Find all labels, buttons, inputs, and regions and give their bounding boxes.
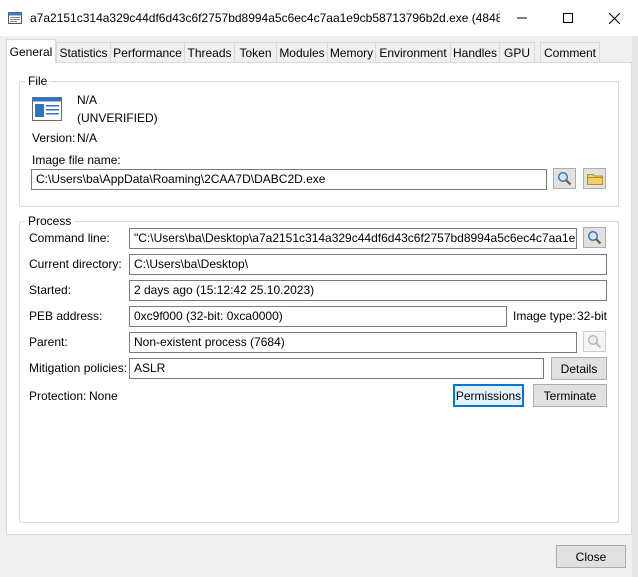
tab-gpu[interactable]: GPU: [499, 42, 535, 63]
parent-field[interactable]: Non-existent process (7684): [129, 332, 577, 353]
close-icon: [608, 12, 620, 24]
inspect-command-line-button[interactable]: [583, 227, 606, 248]
tab-label: Threads: [187, 46, 232, 60]
maximize-icon: [563, 13, 573, 23]
mitigation-policies-label: Mitigation policies:: [29, 361, 128, 375]
tab-label: Performance: [113, 46, 182, 60]
window-title: a7a2151c314a329c44df6d43c6f2757bd8994a5c…: [30, 11, 500, 25]
current-directory-label: Current directory:: [29, 257, 122, 271]
command-line-field[interactable]: "C:\Users\ba\Desktop\a7a2151c314a329c44d…: [129, 228, 577, 249]
window-edge: [632, 36, 638, 577]
close-button[interactable]: Close: [556, 545, 626, 568]
tab-label: Comment: [543, 46, 596, 60]
close-button-label: Close: [575, 549, 607, 564]
process-group-label: Process: [25, 214, 75, 228]
general-tab-panel: File N/A (UNVERIFIED) Version: N/A Image…: [6, 62, 632, 535]
protection-value: None: [89, 389, 118, 403]
minimize-icon: [517, 17, 527, 19]
tab-general[interactable]: General: [6, 39, 56, 63]
maximize-button[interactable]: [545, 0, 591, 36]
tab-label: Handles: [452, 46, 498, 60]
tab-label: Memory: [329, 46, 374, 60]
magnifier-icon: [557, 171, 572, 186]
started-label: Started:: [29, 283, 72, 297]
protection-label: Protection:: [29, 389, 87, 403]
command-line-label: Command line:: [29, 231, 110, 245]
tab-label: General: [9, 44, 53, 59]
current-directory-field[interactable]: C:\Users\ba\Desktop\: [129, 254, 607, 275]
permissions-button[interactable]: Permissions: [453, 384, 524, 407]
open-folder-button[interactable]: [583, 168, 606, 189]
inspect-parent-button[interactable]: [583, 331, 606, 352]
permissions-button-label: Permissions: [455, 388, 522, 403]
image-file-name-label: Image file name:: [32, 153, 121, 167]
terminate-button[interactable]: Terminate: [533, 384, 607, 407]
image-file-name-field[interactable]: C:\Users\ba\AppData\Roaming\2CAA7D\DABC2…: [31, 169, 547, 190]
tab-label: Statistics: [59, 46, 108, 60]
magnifier-icon: [587, 230, 602, 245]
file-group-label: File: [25, 74, 51, 88]
version-value: N/A: [77, 131, 98, 145]
tab-memory[interactable]: Memory: [327, 42, 376, 63]
tab-label: Environment: [379, 46, 447, 60]
tab-environment[interactable]: Environment: [375, 42, 451, 63]
tab-performance[interactable]: Performance: [110, 42, 185, 63]
tab-modules[interactable]: Modules: [276, 42, 328, 63]
folder-icon: [586, 174, 603, 185]
app-icon: [8, 11, 22, 25]
file-icon: [32, 97, 62, 124]
mitigation-policies-field[interactable]: ASLR: [129, 358, 544, 379]
tab-token[interactable]: Token: [234, 42, 277, 63]
started-field[interactable]: 2 days ago (15:12:42 25.10.2023): [129, 280, 607, 301]
image-type-label: Image type:: [513, 309, 576, 323]
tab-label: Modules: [279, 46, 325, 60]
tab-label: Token: [239, 46, 272, 60]
version-label: Version:: [32, 131, 76, 145]
inspect-file-button[interactable]: [553, 168, 576, 189]
close-window-button[interactable]: [591, 0, 637, 36]
peb-address-label: PEB address:: [29, 309, 103, 323]
tab-threads[interactable]: Threads: [184, 42, 235, 63]
details-button[interactable]: Details: [551, 357, 607, 380]
tab-handles[interactable]: Handles: [450, 42, 500, 63]
magnifier-icon: [587, 334, 602, 349]
verification-status: (UNVERIFIED): [77, 111, 158, 125]
title-bar: a7a2151c314a329c44df6d43c6f2757bd8994a5c…: [0, 0, 638, 36]
tab-statistics[interactable]: Statistics: [56, 42, 111, 63]
details-button-label: Details: [560, 361, 598, 376]
tab-label: GPU: [503, 46, 530, 60]
peb-address-field[interactable]: 0xc9f000 (32-bit: 0xca0000): [129, 306, 507, 327]
minimize-button[interactable]: [499, 0, 545, 36]
terminate-button-label: Terminate: [543, 388, 597, 403]
file-description: N/A: [77, 93, 98, 107]
image-type-value: 32-bit: [577, 309, 608, 323]
parent-label: Parent:: [29, 335, 68, 349]
tab-comment[interactable]: Comment: [540, 42, 600, 63]
